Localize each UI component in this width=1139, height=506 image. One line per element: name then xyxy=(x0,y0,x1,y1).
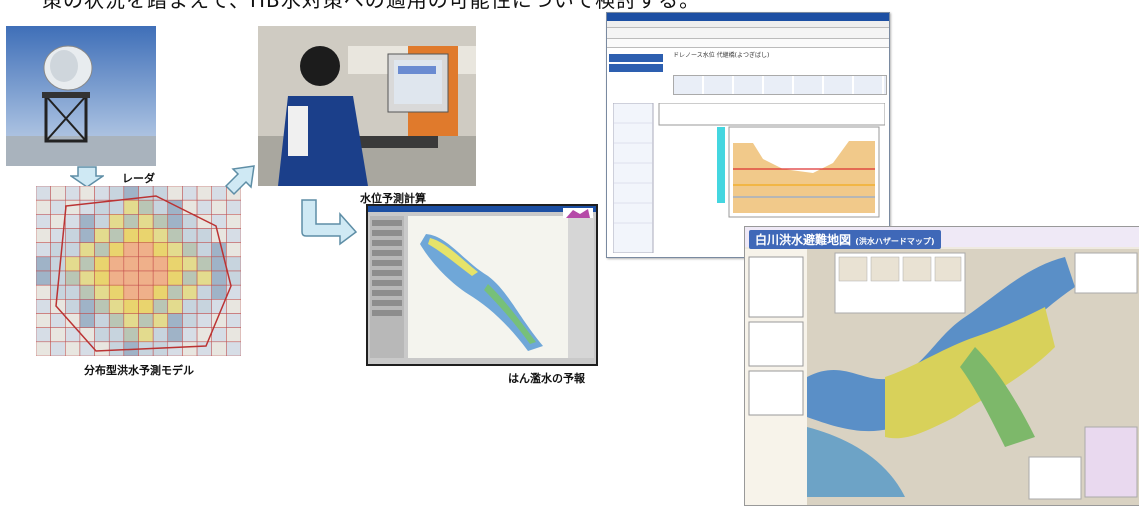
radar-photo xyxy=(6,26,156,166)
page-title: ドレノース水位 代継橋(よつぎばし) xyxy=(673,52,770,59)
inundation-caption: はん濫水の予報 xyxy=(508,372,585,385)
model-caption: 分布型洪水予測モデル xyxy=(84,364,194,377)
arrow-down-icon xyxy=(70,166,104,188)
hazard-map-image xyxy=(745,249,1139,505)
browser-sidebar xyxy=(607,48,671,97)
header-text: 策の状況を踏まえて、HB水対策への適用の可能性について検討する。 xyxy=(42,0,701,12)
operator-photo xyxy=(258,26,476,186)
info-table xyxy=(673,75,887,95)
arrow-bend-right-icon xyxy=(301,199,358,246)
browser-address-bar xyxy=(607,39,889,48)
radar-caption: レーダ xyxy=(122,172,155,185)
browser-titlebar xyxy=(607,13,889,21)
operator-image xyxy=(258,26,476,186)
browser-toolbar xyxy=(607,28,889,39)
radar-tower-icon xyxy=(6,45,156,166)
hazard-map-poster: 白川洪水避難地図 (洪水ハザードマップ) xyxy=(744,226,1139,506)
grid-map-image xyxy=(35,185,242,357)
sidebar-button[interactable] xyxy=(609,64,663,72)
sidebar-button[interactable] xyxy=(609,54,663,62)
inundation-screen xyxy=(366,204,598,366)
flood-model-grid xyxy=(35,185,242,357)
browser-menubar xyxy=(607,21,889,28)
arrow-up-right-icon xyxy=(224,165,255,196)
browser-window: ドレノース水位 代継橋(よつぎばし) xyxy=(606,12,890,258)
inundation-map-image xyxy=(368,206,596,364)
